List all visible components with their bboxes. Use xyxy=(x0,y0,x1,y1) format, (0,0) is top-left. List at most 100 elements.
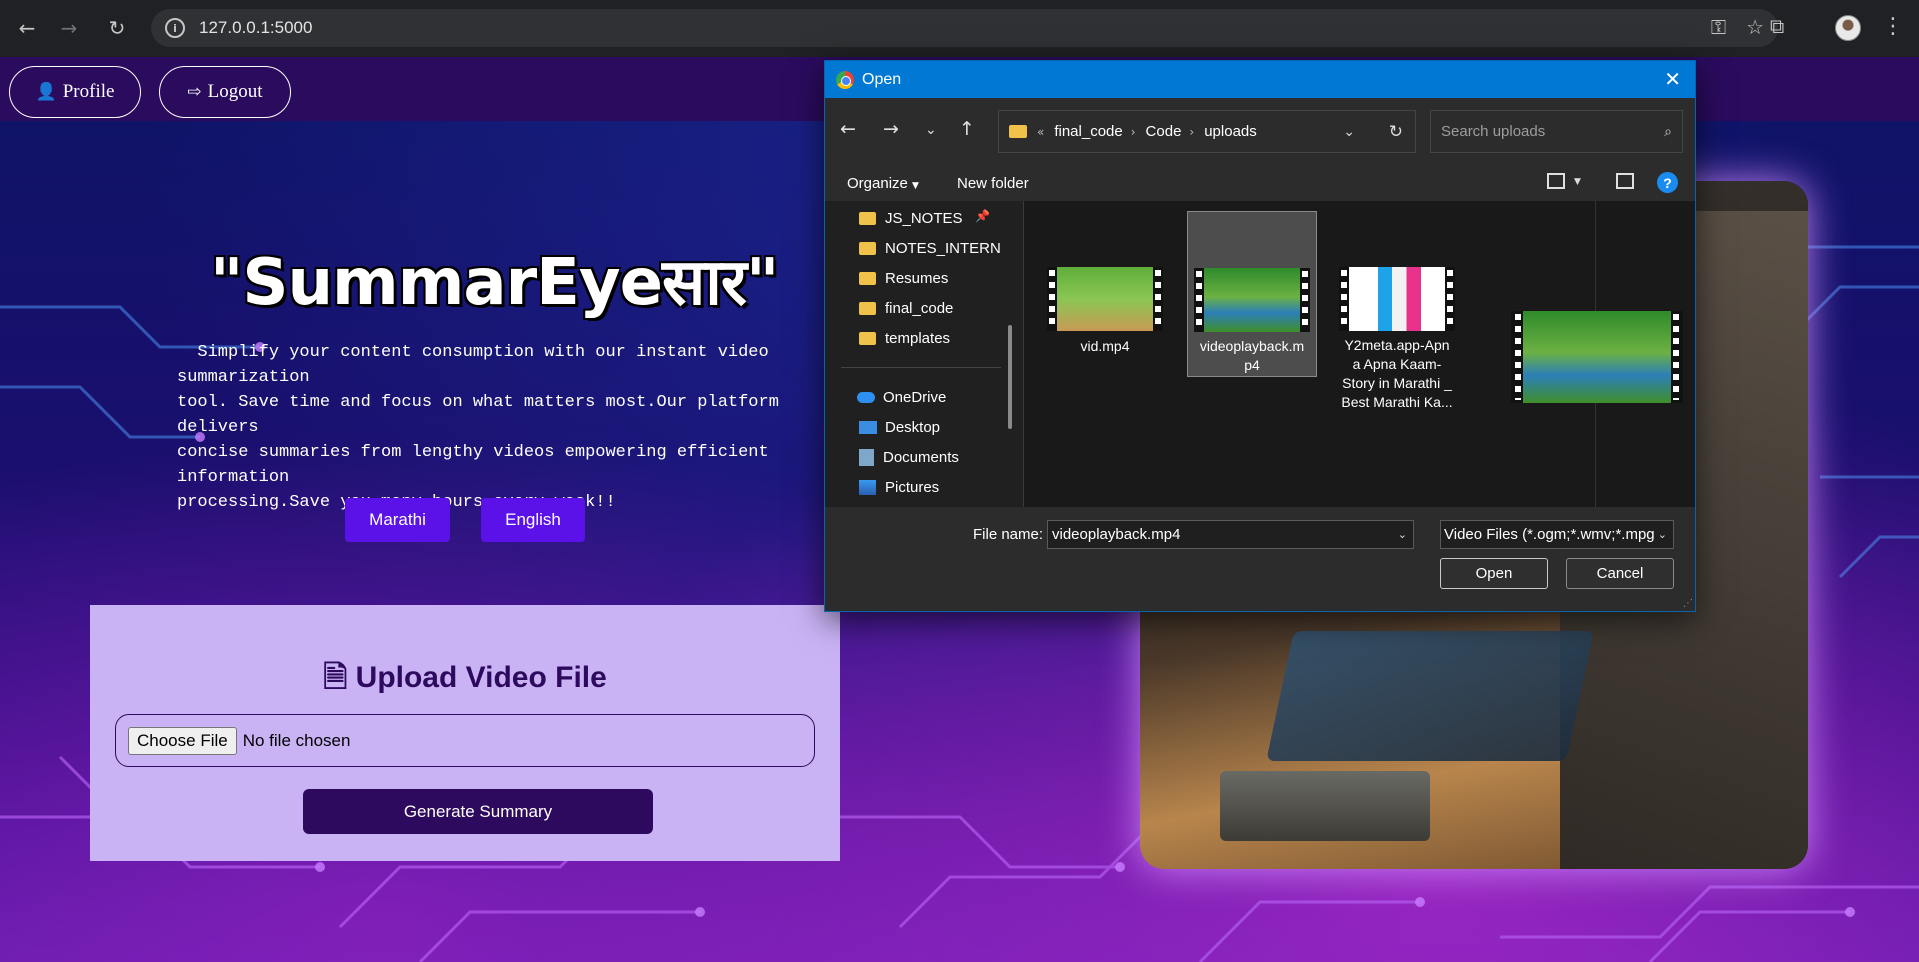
tree-item-notes-intern[interactable]: NOTES_INTERN xyxy=(859,237,1001,259)
onedrive-icon xyxy=(857,391,875,403)
tree-item-templates[interactable]: templates xyxy=(859,327,950,349)
open-button[interactable]: Open xyxy=(1440,558,1548,589)
url-text[interactable]: 127.0.0.1:5000 xyxy=(199,18,312,38)
address-bar[interactable]: i 127.0.0.1:5000 ⚿ ☆ xyxy=(151,9,1778,47)
dialog-footer: File name: videoplayback.mp4 ⌄ Video Fil… xyxy=(825,507,1695,611)
refresh-icon[interactable]: ↻ xyxy=(1389,122,1403,142)
new-folder-button[interactable]: New folder xyxy=(957,175,1029,192)
recent-chevron-icon[interactable]: ⌄ xyxy=(925,122,937,138)
tree-label: Resumes xyxy=(885,269,949,287)
help-icon[interactable]: ? xyxy=(1657,172,1678,193)
breadcrumb[interactable]: « final_code › Code › uploads ⌄ ↻ xyxy=(998,110,1416,153)
organize-label: Organize xyxy=(847,175,908,192)
file-item[interactable]: vid.mp4 xyxy=(1040,213,1170,354)
resize-grip-icon[interactable]: ⋰ xyxy=(1683,598,1693,609)
documents-icon xyxy=(859,448,874,466)
upload-card: 🗎 Upload Video File Choose File No file … xyxy=(90,605,840,861)
tree-label: Documents xyxy=(883,448,959,466)
chevron-right-icon: › xyxy=(1130,124,1136,139)
back-arrow-icon[interactable]: ← xyxy=(840,118,856,140)
view-layout-icon[interactable] xyxy=(1547,173,1565,189)
dialog-titlebar: Open ✕ xyxy=(825,61,1695,98)
file-type-value: Video Files (*.ogm;*.wmv;*.mpg xyxy=(1444,526,1655,543)
close-icon[interactable]: ✕ xyxy=(1664,67,1681,91)
file-name: videoplayback.m p4 xyxy=(1199,338,1305,373)
chevron-down-icon[interactable]: ⌄ xyxy=(1654,528,1667,541)
english-button[interactable]: English xyxy=(481,498,585,542)
up-arrow-icon[interactable]: ↑ xyxy=(959,118,975,140)
tree-label: OneDrive xyxy=(883,388,947,406)
tree-label: templates xyxy=(885,329,951,347)
bookmark-star-icon[interactable]: ☆ xyxy=(1746,15,1764,39)
upload-title-text: Upload Video File xyxy=(355,661,607,694)
dialog-title: Open xyxy=(862,70,902,88)
search-input[interactable]: Search uploads ⌕ xyxy=(1430,110,1683,153)
nav-scrollbar[interactable] xyxy=(1008,325,1012,429)
video-thumbnail xyxy=(1339,267,1455,331)
file-name: Y2meta.app-Apn a Apna Kaam- Story in Mar… xyxy=(1341,337,1453,410)
file-input[interactable]: Choose File No file chosen xyxy=(115,714,815,767)
chevron-down-icon[interactable]: ⌄ xyxy=(1398,528,1407,541)
chevron-down-icon[interactable]: ▼ xyxy=(1574,177,1581,187)
chevron-down-icon[interactable]: ⌄ xyxy=(1343,124,1355,140)
file-status-text: No file chosen xyxy=(242,730,351,750)
choose-file-button[interactable]: Choose File xyxy=(128,726,237,755)
navigation-pane: JS_NOTES 📌 NOTES_INTERN Resumes final_co… xyxy=(825,201,1023,507)
file-item-selected[interactable]: videoplayback.m p4 xyxy=(1187,211,1317,377)
logout-button[interactable]: ⇨ Logout xyxy=(159,66,291,118)
dialog-nav-bar: ← → ⌄ ↑ « final_code › Code › uploads ⌄ … xyxy=(825,98,1695,165)
tree-item-js-notes[interactable]: JS_NOTES xyxy=(859,207,963,229)
cancel-button[interactable]: Cancel xyxy=(1566,558,1674,589)
tree-label: JS_NOTES xyxy=(885,209,963,227)
breadcrumb-final-code[interactable]: final_code xyxy=(1054,123,1122,140)
tree-label: Pictures xyxy=(885,478,940,496)
forward-arrow-icon[interactable]: → xyxy=(883,118,899,140)
folder-icon xyxy=(859,331,876,345)
file-item[interactable]: Y2meta.app-Apn a Apna Kaam- Story in Mar… xyxy=(1332,213,1462,410)
file-upload-icon: 🗎 xyxy=(323,660,348,695)
logout-label: Logout xyxy=(207,81,263,102)
overflow-chevron-icon[interactable]: « xyxy=(1037,125,1044,139)
divider xyxy=(841,367,1001,368)
browser-toolbar: ← → ↻ i 127.0.0.1:5000 ⚿ ☆ ⧉ ⋮ xyxy=(0,0,1919,57)
organize-button[interactable]: Organize ▼ xyxy=(847,175,919,192)
breadcrumb-code[interactable]: Code xyxy=(1146,123,1182,140)
open-file-dialog: Open ✕ ← → ⌄ ↑ « final_code › Code › upl… xyxy=(824,60,1696,612)
site-info-icon[interactable]: i xyxy=(165,18,185,38)
preview-pane xyxy=(1511,311,1683,403)
avatar[interactable] xyxy=(1835,15,1861,41)
tree-item-documents[interactable]: Documents xyxy=(859,446,959,468)
tree-item-resumes[interactable]: Resumes xyxy=(859,267,948,289)
intro-text: Simplify your content consumption with o… xyxy=(177,343,779,512)
reload-icon[interactable]: ↻ xyxy=(102,13,132,43)
file-name-input[interactable]: videoplayback.mp4 ⌄ xyxy=(1047,520,1414,549)
back-arrow-icon[interactable]: ← xyxy=(12,13,42,43)
breadcrumb-uploads[interactable]: uploads xyxy=(1204,123,1257,140)
forward-arrow-icon[interactable]: → xyxy=(54,13,84,43)
generate-summary-button[interactable]: Generate Summary xyxy=(303,789,653,834)
pictures-icon xyxy=(859,479,876,495)
tree-item-desktop[interactable]: Desktop xyxy=(859,416,940,438)
menu-kebab-icon[interactable]: ⋮ xyxy=(1882,14,1904,39)
tree-item-pictures[interactable]: Pictures xyxy=(859,476,939,498)
marathi-button[interactable]: Marathi xyxy=(345,498,450,542)
key-icon[interactable]: ⚿ xyxy=(1711,15,1726,39)
tree-item-final-code[interactable]: final_code xyxy=(859,297,953,319)
hero-book xyxy=(1220,771,1430,841)
file-type-select[interactable]: Video Files (*.ogm;*.wmv;*.mpg ⌄ xyxy=(1440,520,1674,549)
preview-pane-icon[interactable] xyxy=(1616,173,1634,189)
tree-item-onedrive[interactable]: OneDrive xyxy=(857,386,946,408)
file-name-value: videoplayback.mp4 xyxy=(1052,526,1181,543)
file-name-label: File name: xyxy=(973,526,1044,543)
tree-label: NOTES_INTERN xyxy=(885,239,1001,257)
hero-laptop xyxy=(1266,631,1594,761)
folder-icon xyxy=(859,211,876,225)
search-icon: ⌕ xyxy=(1664,123,1672,140)
extensions-icon[interactable]: ⧉ xyxy=(1770,14,1784,38)
profile-button[interactable]: 👤 Profile xyxy=(9,66,141,118)
video-thumbnail xyxy=(1194,268,1310,332)
tree-label: final_code xyxy=(885,299,954,317)
file-name: vid.mp4 xyxy=(1080,338,1130,354)
user-icon: 👤 xyxy=(35,82,57,102)
chevron-down-icon: ▼ xyxy=(912,181,919,191)
